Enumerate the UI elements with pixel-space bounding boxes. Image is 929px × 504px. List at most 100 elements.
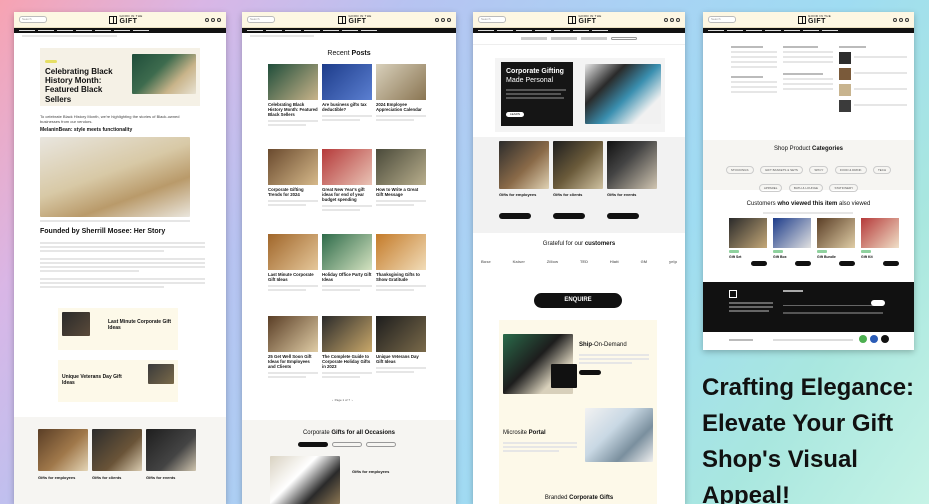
category-chip[interactable]: GIFT BASKETS & SETS (759, 166, 803, 174)
category-chip[interactable]: APPAREL (758, 184, 783, 192)
occasion-tab[interactable] (366, 442, 396, 447)
related-post-card[interactable]: Last Minute Corporate Gift Ideas (58, 308, 178, 350)
product-card[interactable]: Gift Set (729, 218, 767, 266)
category-link[interactable]: Gifts for employees (38, 475, 75, 481)
post-card[interactable]: 2024 Employee Appreciation Calendar (376, 64, 426, 123)
post-card[interactable]: 25 Get Well Soon Gift Ideas for Employee… (268, 316, 318, 380)
product-card[interactable]: Gift Bundle (817, 218, 855, 266)
cart-icon[interactable] (905, 17, 909, 22)
cart-icon[interactable] (447, 17, 451, 22)
add-to-cart-button[interactable] (751, 261, 767, 266)
learn-more-button[interactable]: LEARN MORE (506, 112, 524, 121)
product-title[interactable]: Gift Bundle (817, 255, 855, 259)
enquire-button[interactable]: ENQUIRE (534, 293, 622, 308)
newsletter-email-field[interactable] (783, 300, 883, 306)
site-logo[interactable]: GOOD IN THE GIFT (797, 14, 831, 25)
post-title[interactable]: Are business gifts tax deductible? (322, 102, 372, 113)
post-title[interactable]: The Complete Guide to Corporate Holiday … (322, 354, 372, 370)
post-card[interactable]: Corporate Gifting Trends for 2024 (268, 149, 318, 208)
product-title[interactable]: Gift Set (729, 255, 767, 259)
post-title[interactable]: Last Minute Corporate Gift Ideas (268, 272, 318, 283)
category-chip[interactable]: FOOD & DRINK (834, 166, 867, 174)
site-logo[interactable]: GOOD IN THE GIFT (568, 14, 601, 25)
post-title[interactable]: Corporate Gifting Trends for 2024 (268, 187, 318, 198)
account-icon[interactable] (205, 17, 209, 22)
account-icon[interactable] (435, 17, 439, 22)
category-chip[interactable]: TECH (872, 166, 892, 174)
category-link[interactable]: Gifts for clients (553, 192, 582, 198)
site-logo[interactable]: GOOD IN THE GIFT (109, 14, 142, 25)
product-card[interactable]: Gift Kit (861, 218, 899, 266)
product-title[interactable]: Gift Box (773, 255, 811, 259)
category-link[interactable]: Gifts for employees (499, 192, 536, 198)
help-icon[interactable] (870, 335, 878, 343)
chat-icon[interactable] (859, 335, 867, 343)
account-icon[interactable] (893, 17, 897, 22)
ship-button[interactable] (579, 370, 601, 375)
pagination[interactable]: ‹ Page 1 of 7 › (332, 398, 353, 402)
search-input[interactable]: Search (478, 16, 506, 23)
category-chip[interactable]: STOCKINGS (725, 166, 754, 174)
wishlist-icon[interactable] (441, 17, 445, 22)
site-footer (703, 282, 914, 332)
mega-menu (731, 44, 907, 138)
category-chip[interactable]: SPICY (809, 166, 829, 174)
category-button[interactable] (553, 213, 585, 219)
add-to-cart-button[interactable] (883, 261, 899, 266)
post-title[interactable]: Great New Year's gift ideas for end of y… (322, 187, 372, 203)
founder-heading: Founded by Sherrill Mosee: Her Story (40, 228, 166, 235)
post-card[interactable]: Thanksgiving Gifts to Show Gratitude (376, 234, 426, 293)
search-input[interactable]: Search (19, 16, 47, 23)
heading-plain: Corporate (302, 430, 332, 436)
post-card[interactable]: Holiday Office Party Gift Ideas (322, 234, 372, 293)
cart-icon[interactable] (217, 17, 221, 22)
post-card[interactable]: How to Write a Great Gift Message (376, 149, 426, 208)
wishlist-icon[interactable] (899, 17, 903, 22)
category-chip[interactable]: BATH & LOUNGE (788, 184, 824, 192)
category-chip[interactable]: STATIONERY (829, 184, 859, 192)
add-to-cart-button[interactable] (795, 261, 811, 266)
add-to-cart-button[interactable] (839, 261, 855, 266)
search-input[interactable]: Search (247, 16, 275, 23)
related-post-title[interactable]: Last Minute Corporate Gift Ideas (108, 319, 174, 332)
post-title[interactable]: 25 Get Well Soon Gift Ideas for Employee… (268, 354, 318, 370)
post-title[interactable]: Unique Veterans Day Gift Ideas (376, 354, 426, 365)
account-icon[interactable] (664, 17, 668, 22)
social-icons[interactable] (729, 339, 753, 341)
category-link[interactable]: Gifts for clients (92, 475, 121, 481)
subscribe-button[interactable] (871, 300, 885, 306)
occasion-tab[interactable] (298, 442, 328, 447)
wishlist-icon[interactable] (211, 17, 215, 22)
cart-icon[interactable] (676, 17, 680, 22)
post-card[interactable]: Are business gifts tax deductible? (322, 64, 372, 123)
post-card[interactable]: Last Minute Corporate Gift Ideas (268, 234, 318, 293)
category-link[interactable]: Gifts for events (146, 475, 175, 481)
post-card[interactable]: Celebrating Black History Month: Feature… (268, 64, 318, 128)
category-button[interactable] (499, 213, 531, 219)
related-post-title[interactable]: Unique Veterans Day Gift Ideas (62, 374, 132, 387)
category-link[interactable]: Gifts for events (607, 192, 636, 198)
shop-categories-screenshot: Search GOOD IN THE GIFT Shop Product Cate… (703, 12, 914, 350)
occasion-tab[interactable] (332, 442, 362, 447)
post-image (322, 64, 372, 100)
category-section: Gifts for employees Gifts for clients Gi… (14, 417, 226, 504)
post-title[interactable]: Holiday Office Party Gift Ideas (322, 272, 372, 283)
client-logos: Bose Kaiser Zillow TED Hiatt GM yelp (481, 259, 677, 264)
occasion-title[interactable]: Gifts for employees (352, 469, 389, 475)
featured-products (839, 44, 907, 112)
post-title[interactable]: 2024 Employee Appreciation Calendar (376, 102, 426, 113)
close-icon[interactable] (881, 335, 889, 343)
wishlist-icon[interactable] (670, 17, 674, 22)
post-title[interactable]: How to Write a Great Gift Message (376, 187, 426, 198)
post-title[interactable]: Celebrating Black History Month: Feature… (268, 102, 318, 118)
product-card[interactable]: Gift Box (773, 218, 811, 266)
post-card[interactable]: Great New Year's gift ideas for end of y… (322, 149, 372, 213)
post-card[interactable]: Unique Veterans Day Gift Ideas (376, 316, 426, 375)
site-logo[interactable]: GOOD IN THE GIFT (338, 14, 371, 25)
related-post-card[interactable]: Unique Veterans Day Gift Ideas (58, 360, 178, 402)
search-input[interactable]: Search (708, 16, 736, 23)
category-button[interactable] (607, 213, 639, 219)
post-card[interactable]: The Complete Guide to Corporate Holiday … (322, 316, 372, 380)
product-title[interactable]: Gift Kit (861, 255, 899, 259)
post-title[interactable]: Thanksgiving Gifts to Show Gratitude (376, 272, 426, 283)
